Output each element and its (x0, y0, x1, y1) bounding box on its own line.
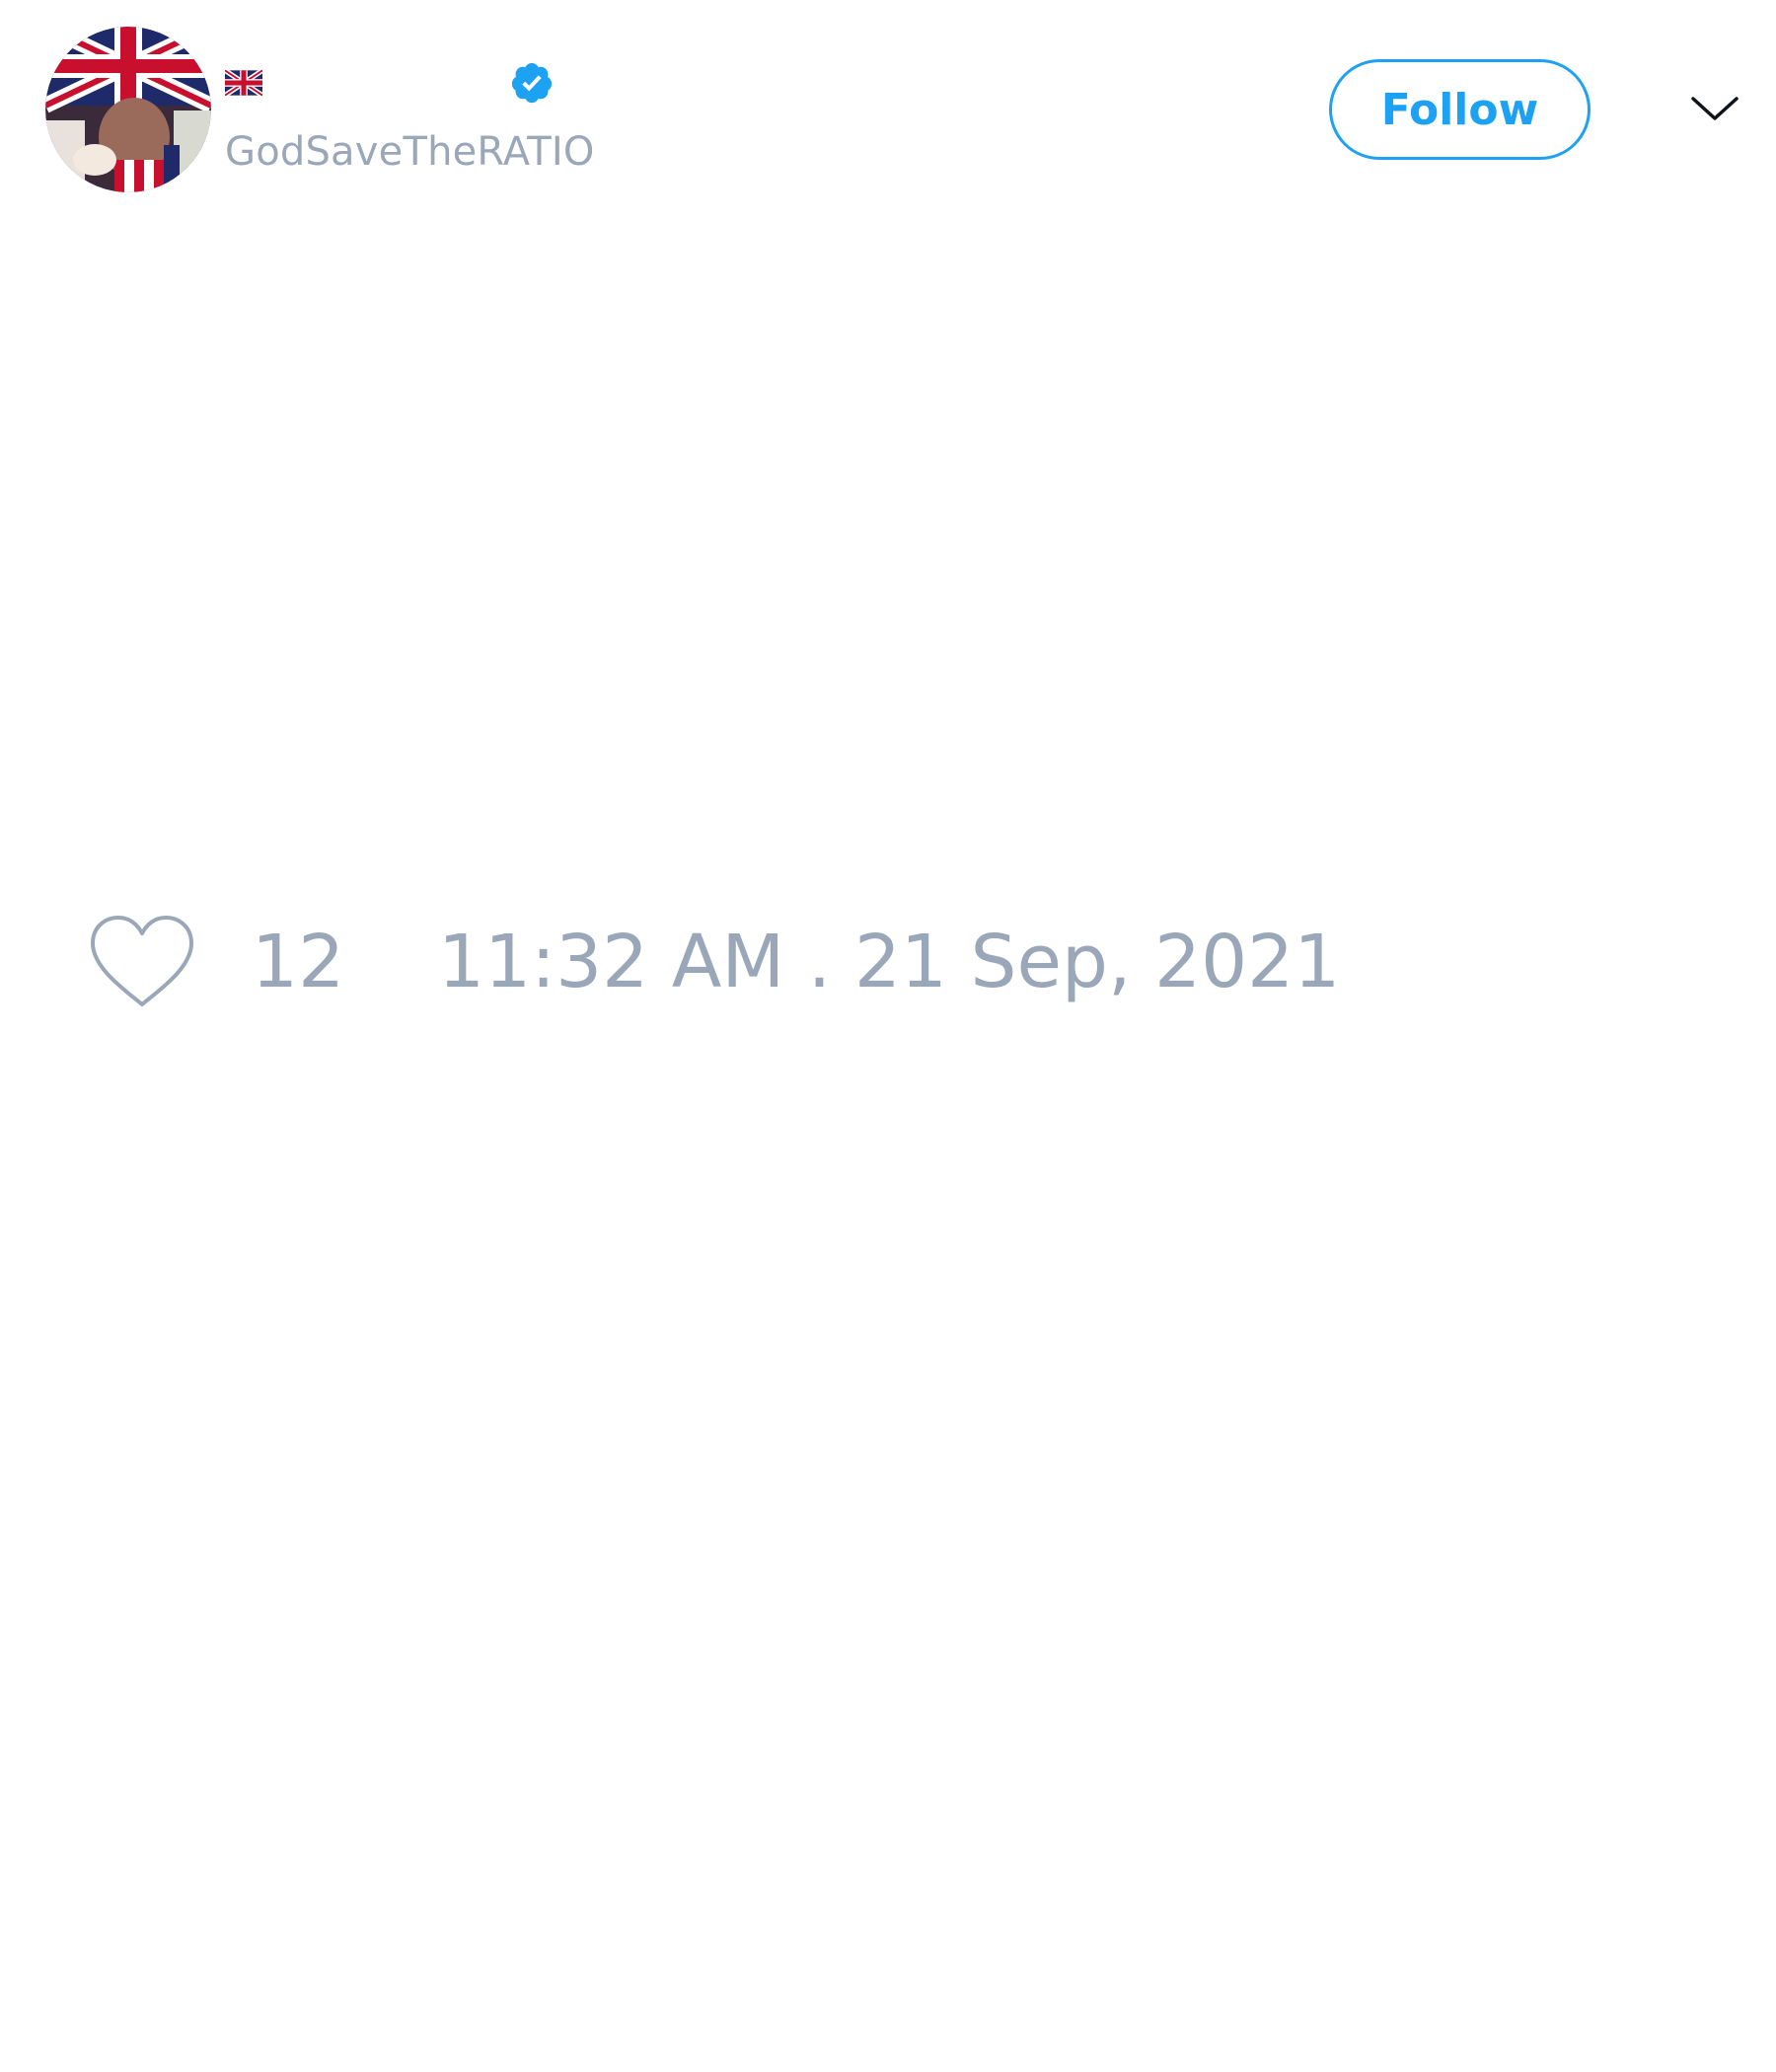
avatar[interactable] (45, 27, 211, 192)
flag-gb-icon (225, 70, 262, 96)
verified-badge-icon (511, 62, 553, 104)
tweet-timestamp[interactable]: 11:32 AM . 21 Sep, 2021 (438, 918, 1340, 1006)
author-handle[interactable]: GodSaveTheRATIO (225, 126, 595, 178)
author-name-row[interactable] (225, 59, 555, 107)
follow-button[interactable]: Follow (1329, 59, 1591, 160)
more-options-button[interactable] (1689, 87, 1740, 132)
display-name[interactable] (262, 63, 509, 103)
heart-icon (91, 916, 193, 1006)
like-button[interactable] (89, 914, 195, 1012)
chevron-down-icon (1691, 97, 1739, 120)
tweet-card: GodSaveTheRATIO Follow 12 11:32 AM . 21 … (0, 0, 1776, 2072)
like-count: 12 (252, 920, 345, 1004)
